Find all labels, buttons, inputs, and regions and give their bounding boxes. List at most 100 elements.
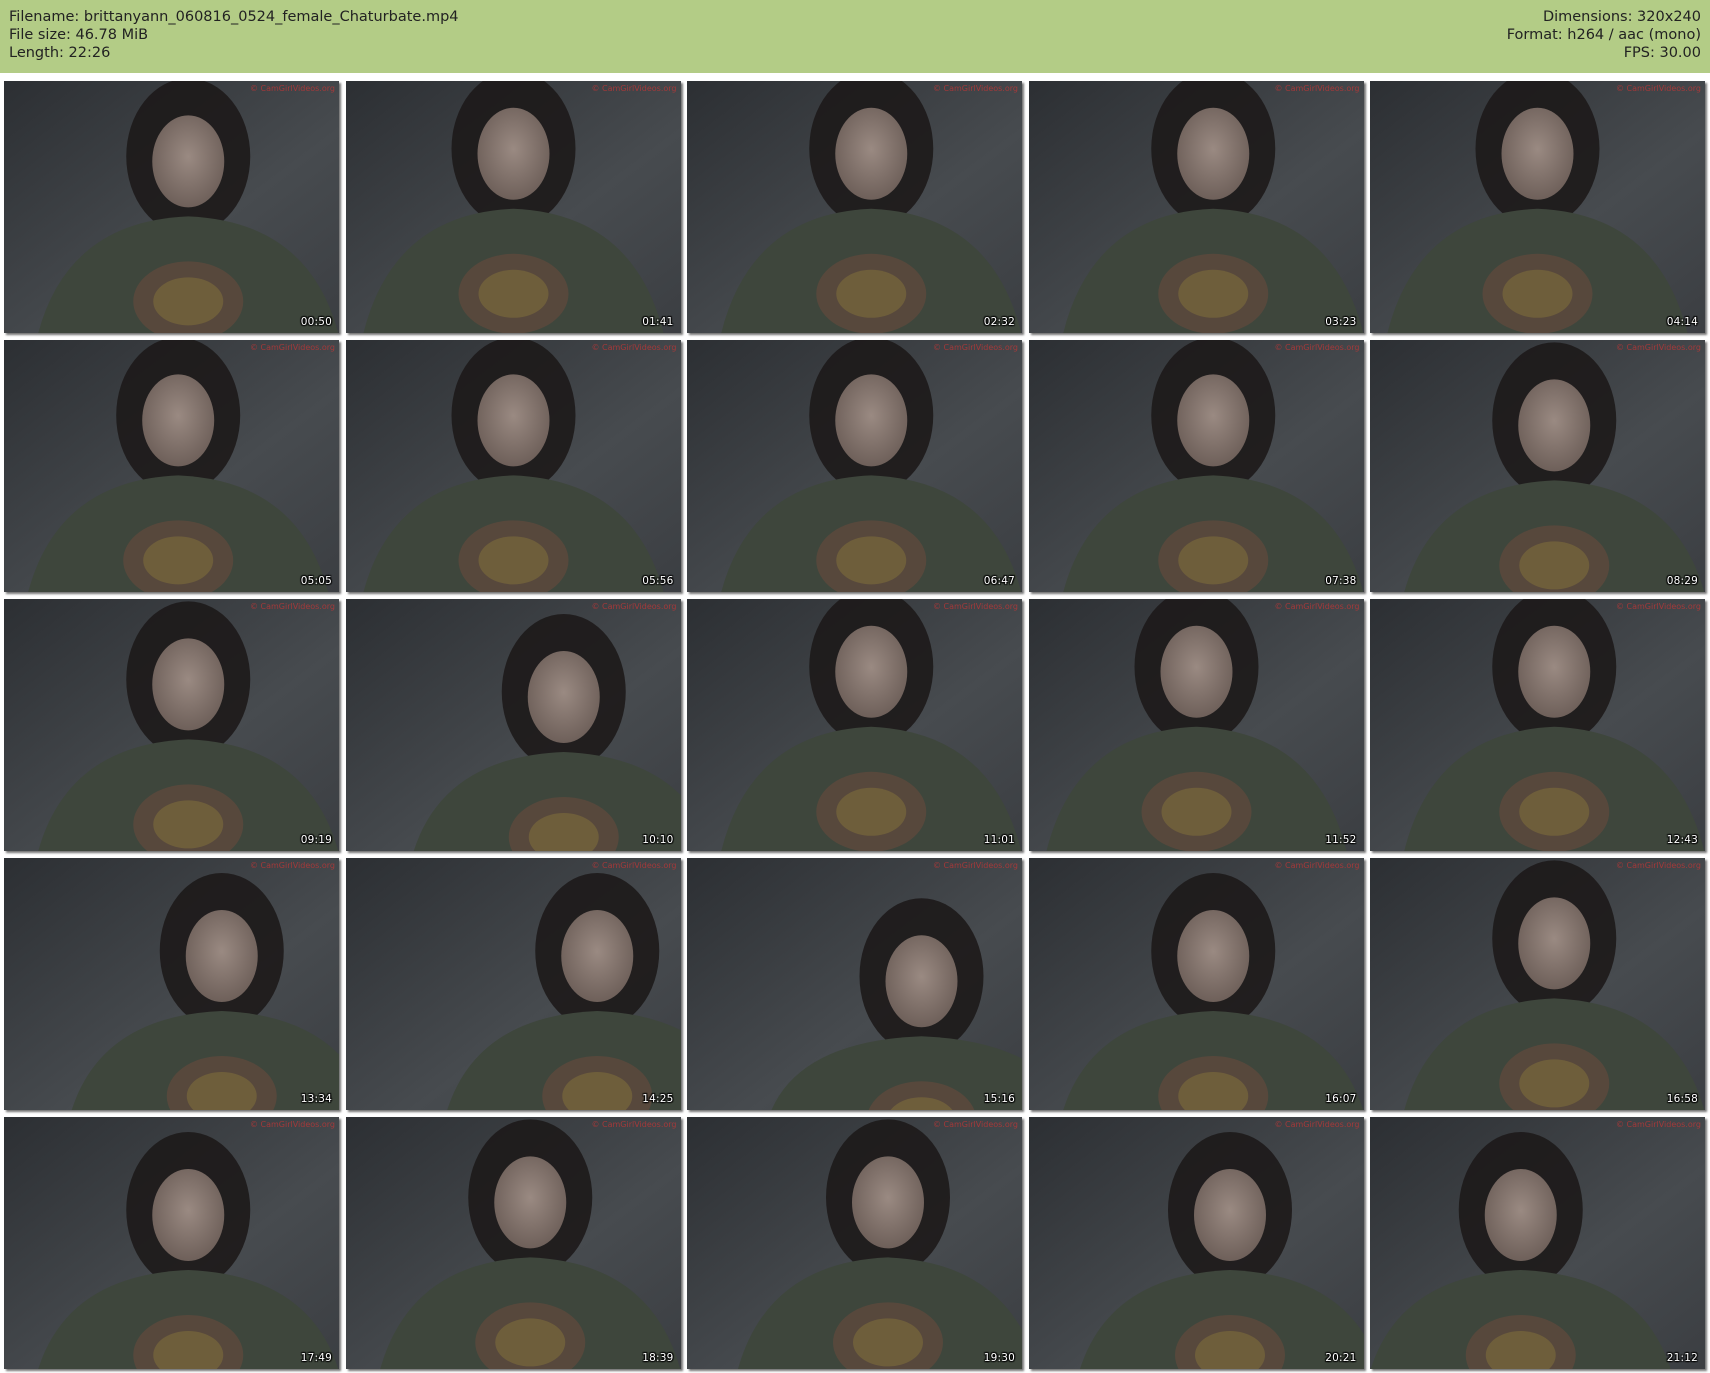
frame-image [1370,599,1705,851]
video-frame-thumbnail[interactable]: © CamGirlVideos.org 17:49 [4,1117,339,1369]
watermark-text: © CamGirlVideos.org [591,1120,677,1129]
frame-image [687,81,1022,333]
watermark-text: © CamGirlVideos.org [1274,343,1360,352]
frame-image [1028,599,1364,851]
frame-image [345,1117,681,1369]
frame-image [687,599,1022,851]
watermark-text: © CamGirlVideos.org [1615,861,1701,870]
watermark-text: © CamGirlVideos.org [591,602,677,611]
video-frame-thumbnail[interactable]: © CamGirlVideos.org 12:43 [1370,599,1705,851]
frame-image [1028,340,1364,592]
video-frame-thumbnail[interactable]: © CamGirlVideos.org 02:32 [687,81,1022,333]
timestamp-label: 14:25 [642,1093,674,1105]
watermark-text: © CamGirlVideos.org [1615,602,1701,611]
file-meta-left: Filename: brittanyann_060816_0524_female… [9,8,459,62]
video-frame-thumbnail[interactable]: © CamGirlVideos.org 11:01 [687,599,1022,851]
watermark-text: © CamGirlVideos.org [932,1120,1018,1129]
video-frame-thumbnail[interactable]: © CamGirlVideos.org 21:12 [1370,1117,1705,1369]
watermark-text: © CamGirlVideos.org [1274,861,1360,870]
watermark-text: © CamGirlVideos.org [932,602,1018,611]
video-frame-thumbnail[interactable]: © CamGirlVideos.org 06:47 [687,340,1022,592]
timestamp-label: 15:16 [983,1093,1015,1105]
watermark-text: © CamGirlVideos.org [1615,84,1701,93]
frame-image [1370,81,1705,333]
file-meta-right: Dimensions: 320x240 Format: h264 / aac (… [1507,8,1701,62]
watermark-text: © CamGirlVideos.org [249,602,335,611]
timestamp-label: 03:23 [1325,316,1357,328]
timestamp-label: 19:30 [983,1352,1015,1364]
length-label: Length: 22:26 [9,45,111,61]
video-frame-thumbnail[interactable]: © CamGirlVideos.org 05:05 [4,340,339,592]
frame-image [1028,1117,1364,1369]
video-frame-thumbnail[interactable]: © CamGirlVideos.org 15:16 [687,858,1022,1110]
watermark-text: © CamGirlVideos.org [249,1120,335,1129]
frame-image [345,81,681,333]
video-frame-thumbnail[interactable]: © CamGirlVideos.org 07:38 [1028,340,1364,592]
video-frame-thumbnail[interactable]: © CamGirlVideos.org 11:52 [1028,599,1364,851]
timestamp-label: 09:19 [300,834,332,846]
timestamp-label: 20:21 [1325,1352,1357,1364]
frame-image [687,858,1022,1110]
frame-image [4,599,339,851]
video-frame-thumbnail[interactable]: © CamGirlVideos.org 20:21 [1028,1117,1364,1369]
frame-image [4,858,339,1110]
timestamp-label: 21:12 [1666,1352,1698,1364]
timestamp-label: 11:52 [1325,834,1357,846]
thumbnail-grid: © CamGirlVideos.org 00:50 © CamGirlVideos.… [4,81,1705,1370]
watermark-text: © CamGirlVideos.org [932,343,1018,352]
frame-image [4,1117,339,1369]
timestamp-label: 17:49 [300,1352,332,1364]
watermark-text: © CamGirlVideos.org [1615,343,1701,352]
video-frame-thumbnail[interactable]: © CamGirlVideos.org 04:14 [1370,81,1705,333]
watermark-text: © CamGirlVideos.org [591,84,677,93]
filesize-label: File size: 46.78 MiB [9,27,149,43]
video-frame-thumbnail[interactable]: © CamGirlVideos.org 09:19 [4,599,339,851]
timestamp-label: 16:58 [1666,1093,1698,1105]
watermark-text: © CamGirlVideos.org [249,84,335,93]
frame-image [345,340,681,592]
frame-image [4,340,339,592]
timestamp-label: 01:41 [642,316,674,328]
video-frame-thumbnail[interactable]: © CamGirlVideos.org 16:58 [1370,858,1705,1110]
video-frame-thumbnail[interactable]: © CamGirlVideos.org 08:29 [1370,340,1705,592]
watermark-text: © CamGirlVideos.org [591,343,677,352]
frame-image [1370,340,1705,592]
frame-image [345,858,681,1110]
video-frame-thumbnail[interactable]: © CamGirlVideos.org 10:10 [345,599,681,851]
frame-image [1028,858,1364,1110]
watermark-text: © CamGirlVideos.org [249,343,335,352]
video-frame-thumbnail[interactable]: © CamGirlVideos.org 03:23 [1028,81,1364,333]
dimensions-label: Dimensions: 320x240 [1542,9,1701,25]
video-frame-thumbnail[interactable]: © CamGirlVideos.org 14:25 [345,858,681,1110]
watermark-text: © CamGirlVideos.org [1274,602,1360,611]
frame-image [1370,1117,1705,1369]
video-frame-thumbnail[interactable]: © CamGirlVideos.org 16:07 [1028,858,1364,1110]
timestamp-label: 11:01 [983,834,1015,846]
timestamp-label: 12:43 [1666,834,1698,846]
timestamp-label: 05:56 [642,575,674,587]
video-frame-thumbnail[interactable]: © CamGirlVideos.org 00:50 [4,81,339,333]
timestamp-label: 05:05 [300,575,332,587]
frame-image [1028,81,1364,333]
watermark-text: © CamGirlVideos.org [1615,1120,1701,1129]
video-frame-thumbnail[interactable]: © CamGirlVideos.org 13:34 [4,858,339,1110]
timestamp-label: 00:50 [300,316,332,328]
watermark-text: © CamGirlVideos.org [249,861,335,870]
timestamp-label: 13:34 [300,1093,332,1105]
watermark-text: © CamGirlVideos.org [932,84,1018,93]
frame-image [687,1117,1022,1369]
timestamp-label: 06:47 [983,575,1015,587]
info-header: Filename: brittanyann_060816_0524_female… [0,0,1710,73]
watermark-text: © CamGirlVideos.org [932,861,1018,870]
video-frame-thumbnail[interactable]: © CamGirlVideos.org 19:30 [687,1117,1022,1369]
video-frame-thumbnail[interactable]: © CamGirlVideos.org 05:56 [345,340,681,592]
watermark-text: © CamGirlVideos.org [1274,1120,1360,1129]
format-label: Format: h264 / aac (mono) [1506,27,1701,43]
filename-label: Filename: brittanyann_060816_0524_female… [9,9,459,25]
frame-image [1370,858,1705,1110]
video-frame-thumbnail[interactable]: © CamGirlVideos.org 01:41 [345,81,681,333]
timestamp-label: 08:29 [1666,575,1698,587]
timestamp-label: 02:32 [983,316,1015,328]
video-frame-thumbnail[interactable]: © CamGirlVideos.org 18:39 [345,1117,681,1369]
fps-label: FPS: 30.00 [1623,45,1701,61]
